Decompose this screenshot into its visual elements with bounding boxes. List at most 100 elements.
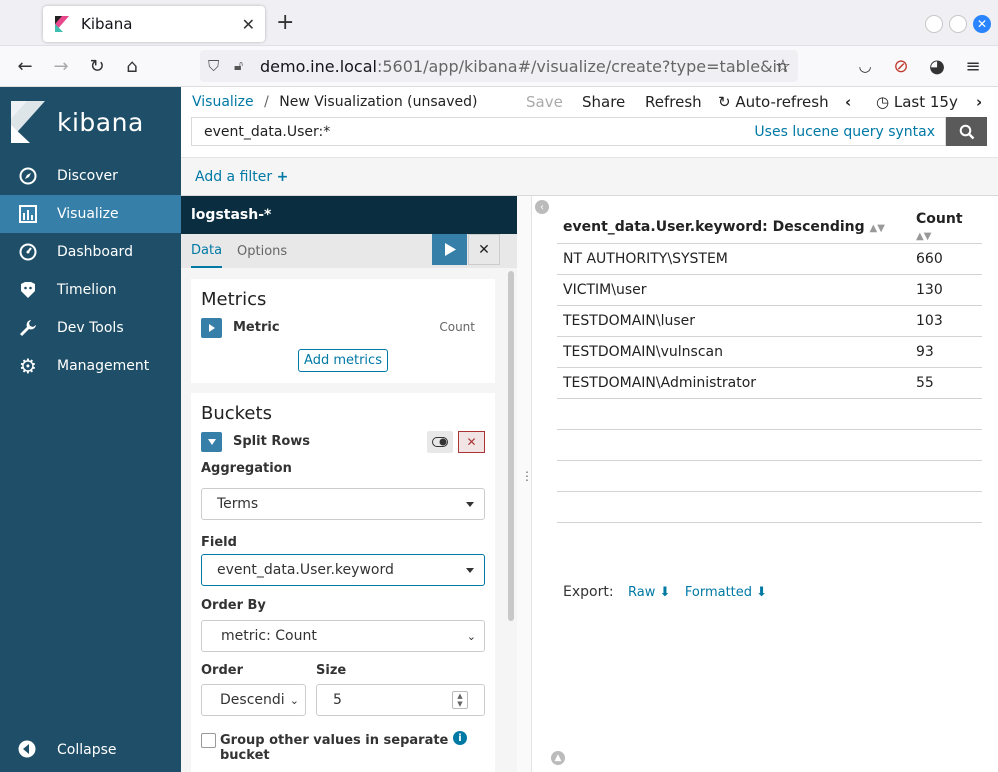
sidebar-item-label: Dev Tools (57, 320, 124, 336)
split-rows-label: Split Rows (233, 434, 311, 449)
share-button[interactable]: Share (582, 93, 625, 111)
time-next-chevron-icon[interactable]: › (976, 93, 982, 111)
table-cell[interactable]: 93 (910, 336, 982, 368)
number-stepper[interactable]: ▲ ▼ (452, 691, 468, 709)
browser-tab[interactable]: Kibana ✕ (43, 6, 265, 42)
new-tab-icon[interactable]: + (276, 12, 294, 34)
lucene-syntax-link[interactable]: Uses lucene query syntax (754, 124, 935, 140)
add-filter-button[interactable]: Add a filter + (195, 169, 288, 185)
filter-bar: Add a filter + (181, 157, 998, 196)
order-select[interactable]: Descendi ⌄ (201, 684, 306, 716)
vis-editor-sidebar: logstash-* Data Options ✕ Metrics Metric… (181, 196, 517, 772)
table-cell[interactable]: TESTDOMAIN\Administrator (557, 367, 910, 399)
discard-changes-button[interactable]: ✕ (468, 234, 500, 265)
group-other-checkbox[interactable] (201, 733, 216, 748)
table-cell[interactable]: VICTIM\user (557, 274, 910, 306)
search-button[interactable] (946, 117, 987, 146)
lock-icon: 🔓︎ (234, 58, 244, 74)
table-cell[interactable]: 660 (910, 243, 982, 275)
kibana-logo[interactable]: kibana (0, 87, 181, 157)
tab-title: Kibana (81, 15, 133, 33)
aggregation-select[interactable]: Terms (201, 488, 485, 520)
table-header-row: event_data.User.keyword: Descending ▲▼ C… (557, 211, 982, 244)
search-icon (959, 124, 974, 139)
collapse-button[interactable]: Collapse (0, 732, 181, 768)
panel-resize-handle[interactable]: ⋮ (517, 196, 533, 772)
sidebar-item-visualize[interactable]: Visualize (0, 195, 181, 233)
tab-data[interactable]: Data (191, 234, 223, 268)
table-cell[interactable]: 55 (910, 367, 982, 399)
gear-icon: ⚙ (19, 354, 37, 378)
wrench-icon (18, 318, 38, 338)
scroll-up-icon[interactable]: ▲ (551, 751, 565, 765)
breadcrumb-current: New Visualization (unsaved) (279, 94, 478, 110)
chevron-down-icon: ⌄ (289, 693, 299, 707)
sidebar-item-discover[interactable]: Discover (0, 157, 181, 195)
info-icon[interactable]: i (453, 731, 467, 745)
export-formatted-link[interactable]: Formatted ⬇ (685, 585, 767, 600)
editor-scrollbar[interactable] (508, 271, 514, 621)
tab-options[interactable]: Options (237, 234, 287, 268)
url-bar[interactable]: ⛉ 🔓︎ demo.ine.local:5601/app/kibana#/vis… (200, 50, 798, 82)
bookmark-star-icon[interactable]: ☆ (772, 55, 794, 77)
buckets-panel: Buckets Split Rows ✕ Aggregation Terms F… (191, 393, 495, 772)
collapse-sidebar-icon[interactable]: ‹ (535, 200, 549, 214)
column-header-count[interactable]: Count ▲▼ (910, 211, 982, 244)
toggle-bucket-button[interactable] (427, 431, 453, 453)
auto-refresh-button[interactable]: ↻ Auto-refresh (718, 93, 829, 111)
order-label: Order (201, 663, 243, 678)
reload-icon[interactable]: ↻ (86, 55, 108, 77)
minimize-button[interactable] (925, 15, 943, 33)
sidebar-item-devtools[interactable]: Dev Tools (0, 309, 181, 347)
column-header-user[interactable]: event_data.User.keyword: Descending ▲▼ (557, 211, 910, 244)
menu-icon[interactable]: ≡ (962, 55, 984, 77)
field-select[interactable]: event_data.User.keyword (201, 554, 485, 586)
forward-arrow-icon[interactable]: → (50, 55, 72, 77)
export-raw-link[interactable]: Raw ⬇ (628, 585, 670, 600)
time-range-label: Last 15y (893, 93, 958, 111)
tab-close-icon[interactable]: ✕ (242, 15, 255, 34)
size-input[interactable]: 5 ▲ ▼ (316, 684, 485, 716)
table-cell[interactable]: TESTDOMAIN\luser (557, 305, 910, 337)
order-by-label: Order By (201, 598, 266, 613)
expand-metric-button[interactable] (201, 318, 222, 338)
data-table: event_data.User.keyword: Descending ▲▼ C… (557, 211, 982, 523)
breadcrumb-visualize-link[interactable]: Visualize (192, 94, 254, 110)
extension-blocked-icon[interactable]: ⊘ (890, 55, 912, 77)
pocket-icon[interactable]: ◡ (854, 55, 876, 77)
table-cell[interactable]: 130 (910, 274, 982, 306)
order-by-select[interactable]: metric: Count ⌄ (201, 620, 485, 652)
query-input[interactable]: event_data.User:* Uses lucene query synt… (191, 117, 946, 146)
aggregation-value: Terms (217, 496, 259, 512)
breadcrumb: Visualize / New Visualization (unsaved) (192, 94, 477, 110)
back-arrow-icon[interactable]: ← (14, 55, 36, 77)
table-cell[interactable]: TESTDOMAIN\vulnscan (557, 336, 910, 368)
time-picker-button[interactable]: ◷ Last 15y (876, 93, 958, 111)
table-row: NT AUTHORITY\SYSTEM 660 (557, 243, 982, 275)
table-cell[interactable]: 103 (910, 305, 982, 337)
table-row: TESTDOMAIN\Administrator 55 (557, 367, 982, 399)
url-path: :5601/app/kibana#/visualize/create?type=… (376, 56, 788, 76)
save-button[interactable]: Save (526, 93, 563, 111)
table-cell[interactable]: NT AUTHORITY\SYSTEM (557, 243, 910, 275)
sidebar-item-dashboard[interactable]: Dashboard (0, 233, 181, 271)
index-pattern-title: logstash-* (181, 196, 517, 234)
cookie-icon[interactable]: ◕ (926, 55, 948, 77)
home-icon[interactable]: ⌂ (121, 55, 143, 77)
window-close-button[interactable]: ✕ (973, 15, 991, 33)
maximize-button[interactable] (949, 15, 967, 33)
refresh-button[interactable]: Refresh (645, 93, 702, 111)
sidebar-item-timelion[interactable]: Timelion (0, 271, 181, 309)
add-metrics-button[interactable]: Add metrics (298, 349, 388, 372)
remove-icon: ✕ (466, 435, 477, 449)
time-prev-chevron-icon[interactable]: ‹ (845, 93, 851, 111)
auto-refresh-label: Auto-refresh (735, 93, 829, 111)
field-value: event_data.User.keyword (217, 562, 394, 578)
collapse-bucket-button[interactable] (201, 432, 222, 452)
remove-bucket-button[interactable]: ✕ (458, 431, 485, 453)
sidebar-item-management[interactable]: ⚙ Management (0, 347, 181, 385)
plus-icon: + (276, 168, 289, 185)
sort-icon: ▲▼ (916, 231, 932, 242)
order-by-value: metric: Count (221, 628, 317, 644)
apply-changes-button[interactable] (432, 234, 467, 265)
